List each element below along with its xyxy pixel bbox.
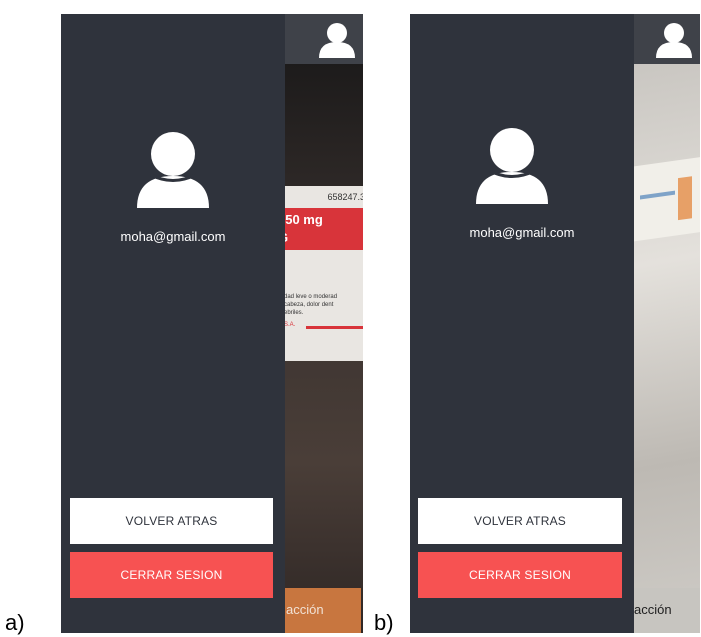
medicine-box-photo bbox=[630, 157, 700, 242]
user-email: moha@gmail.com bbox=[469, 225, 575, 240]
logout-button[interactable]: CERRAR SESION bbox=[418, 552, 622, 598]
figure-label-b: b) bbox=[374, 610, 394, 635]
side-drawer: moha@gmail.com VOLVER ATRAS CERRAR SESIO… bbox=[61, 14, 285, 633]
action-bar-label: acción bbox=[286, 602, 324, 617]
action-bar-label: acción bbox=[634, 602, 672, 617]
action-bar[interactable]: acción bbox=[630, 588, 700, 633]
figure-label-a: a) bbox=[5, 610, 25, 635]
back-button[interactable]: VOLVER ATRAS bbox=[70, 498, 273, 544]
logout-button[interactable]: CERRAR SESION bbox=[70, 552, 273, 598]
back-button[interactable]: VOLVER ATRAS bbox=[418, 498, 622, 544]
action-bar[interactable]: acción bbox=[276, 588, 361, 633]
phone-screen-a: 658247.3 650 mg G dad leve o moderad cab… bbox=[61, 14, 363, 633]
side-drawer: moha@gmail.com VOLVER ATRAS CERRAR SESIO… bbox=[410, 14, 634, 633]
profile-avatar-icon bbox=[137, 132, 209, 208]
user-avatar-icon[interactable] bbox=[317, 20, 357, 60]
user-email: moha@gmail.com bbox=[120, 229, 226, 244]
profile-avatar-icon bbox=[476, 128, 548, 204]
phone-screen-b: acción moha@gmail.com VOLVER ATRAS CERRA… bbox=[410, 14, 700, 633]
user-avatar-icon[interactable] bbox=[654, 20, 694, 60]
medicine-box-photo: 658247.3 650 mg G dad leve o moderad cab… bbox=[276, 186, 363, 361]
